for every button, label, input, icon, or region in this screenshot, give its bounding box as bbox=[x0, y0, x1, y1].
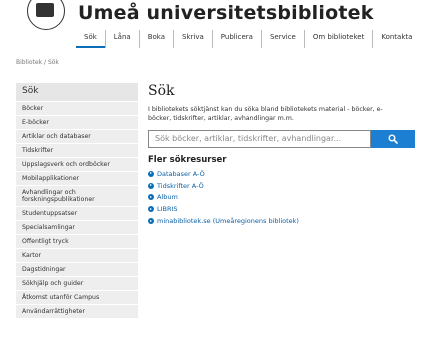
resources-heading: Fler sökresurser bbox=[148, 155, 227, 165]
site-title[interactable]: Umeå universitetsbibliotek bbox=[78, 2, 374, 24]
sidebar-item-bocker[interactable]: Böcker bbox=[16, 102, 138, 115]
resource-link-label[interactable]: Album bbox=[157, 193, 178, 201]
sidebar-item-kartor[interactable]: Kartor bbox=[16, 249, 138, 262]
intro-text: I bibliotekets söktjänst kan du söka bla… bbox=[148, 106, 383, 122]
nav-item-sok[interactable]: Sök bbox=[76, 30, 105, 48]
resource-link-label[interactable]: Tidskrifter A-Ö bbox=[157, 182, 204, 190]
nav-item-kontakta[interactable]: Kontakta bbox=[372, 30, 420, 48]
resource-link[interactable]: Databaser A-Ö bbox=[148, 168, 418, 180]
nav-item-boka[interactable]: Boka bbox=[138, 30, 173, 48]
arrow-circle-icon bbox=[148, 182, 154, 189]
sidebar-item-atkomst[interactable]: Åtkomst utanför Campus bbox=[16, 291, 138, 304]
sidebar-item-specialsamlingar[interactable]: Specialsamlingar bbox=[16, 221, 138, 234]
resource-link[interactable]: Album bbox=[148, 192, 418, 204]
arrow-circle-icon bbox=[148, 194, 154, 201]
sidebar: Sök Böcker E-böcker Artiklar och databas… bbox=[16, 83, 138, 319]
sidebar-item-sokhjalp[interactable]: Sökhjälp och guider bbox=[16, 277, 138, 290]
university-seal-logo[interactable] bbox=[27, 0, 65, 30]
search-input[interactable]: Sök böcker, artiklar, tidskrifter, avhan… bbox=[148, 130, 371, 148]
header: Umeå universitetsbibliotek Sök Låna Boka… bbox=[0, 0, 425, 48]
arrow-circle-icon bbox=[148, 206, 154, 213]
search-icon bbox=[388, 134, 398, 144]
sidebar-item-tidskrifter[interactable]: Tidskrifter bbox=[16, 144, 138, 157]
sidebar-item-mobilapplikationer[interactable]: Mobilapplikationer bbox=[16, 172, 138, 185]
sidebar-item-offentligt-tryck[interactable]: Offentligt tryck bbox=[16, 235, 138, 248]
sidebar-item-avhandlingar[interactable]: Avhandlingar och forskningspublikationer bbox=[16, 186, 138, 206]
resource-link-label[interactable]: LIBRIS bbox=[157, 205, 178, 213]
nav-item-service[interactable]: Service bbox=[260, 30, 304, 48]
nav-item-lana[interactable]: Låna bbox=[104, 30, 139, 48]
sidebar-item-artiklar[interactable]: Artiklar och databaser bbox=[16, 130, 138, 143]
page-title: Sök bbox=[148, 83, 175, 99]
search-bar: Sök böcker, artiklar, tidskrifter, avhan… bbox=[148, 130, 415, 148]
sidebar-title: Sök bbox=[16, 83, 138, 101]
nav-item-publicera[interactable]: Publicera bbox=[211, 30, 261, 48]
resources-list: Databaser A-Ö Tidskrifter A-Ö Album LIBR… bbox=[148, 168, 418, 227]
resource-link[interactable]: LIBRIS bbox=[148, 203, 418, 215]
sidebar-item-dagstidningar[interactable]: Dagstidningar bbox=[16, 263, 138, 276]
breadcrumb[interactable]: Bibliotek / Sök bbox=[16, 59, 59, 66]
sidebar-item-e-bocker[interactable]: E-böcker bbox=[16, 116, 138, 129]
sidebar-item-anvandarrattigheter[interactable]: Användarrättigheter bbox=[16, 305, 138, 318]
resource-link[interactable]: minabibliotek.se (Umeåregionens bibliote… bbox=[148, 215, 418, 227]
sidebar-item-studentuppsatser[interactable]: Studentuppsatser bbox=[16, 207, 138, 220]
resource-link[interactable]: Tidskrifter A-Ö bbox=[148, 180, 418, 192]
resource-link-label[interactable]: minabibliotek.se (Umeåregionens bibliote… bbox=[157, 217, 299, 225]
resource-link-label[interactable]: Databaser A-Ö bbox=[157, 170, 205, 178]
top-navigation: Sök Låna Boka Skriva Publicera Service O… bbox=[76, 30, 420, 48]
search-button[interactable] bbox=[371, 130, 415, 148]
arrow-circle-icon bbox=[148, 218, 154, 225]
arrow-circle-icon bbox=[148, 170, 154, 177]
nav-item-om-biblioteket[interactable]: Om biblioteket bbox=[303, 30, 372, 48]
nav-item-skriva[interactable]: Skriva bbox=[173, 30, 212, 48]
main-content: Sök I bibliotekets söktjänst kan du söka… bbox=[148, 83, 418, 227]
sidebar-item-uppslagsverk[interactable]: Uppslagsverk och ordböcker bbox=[16, 158, 138, 171]
